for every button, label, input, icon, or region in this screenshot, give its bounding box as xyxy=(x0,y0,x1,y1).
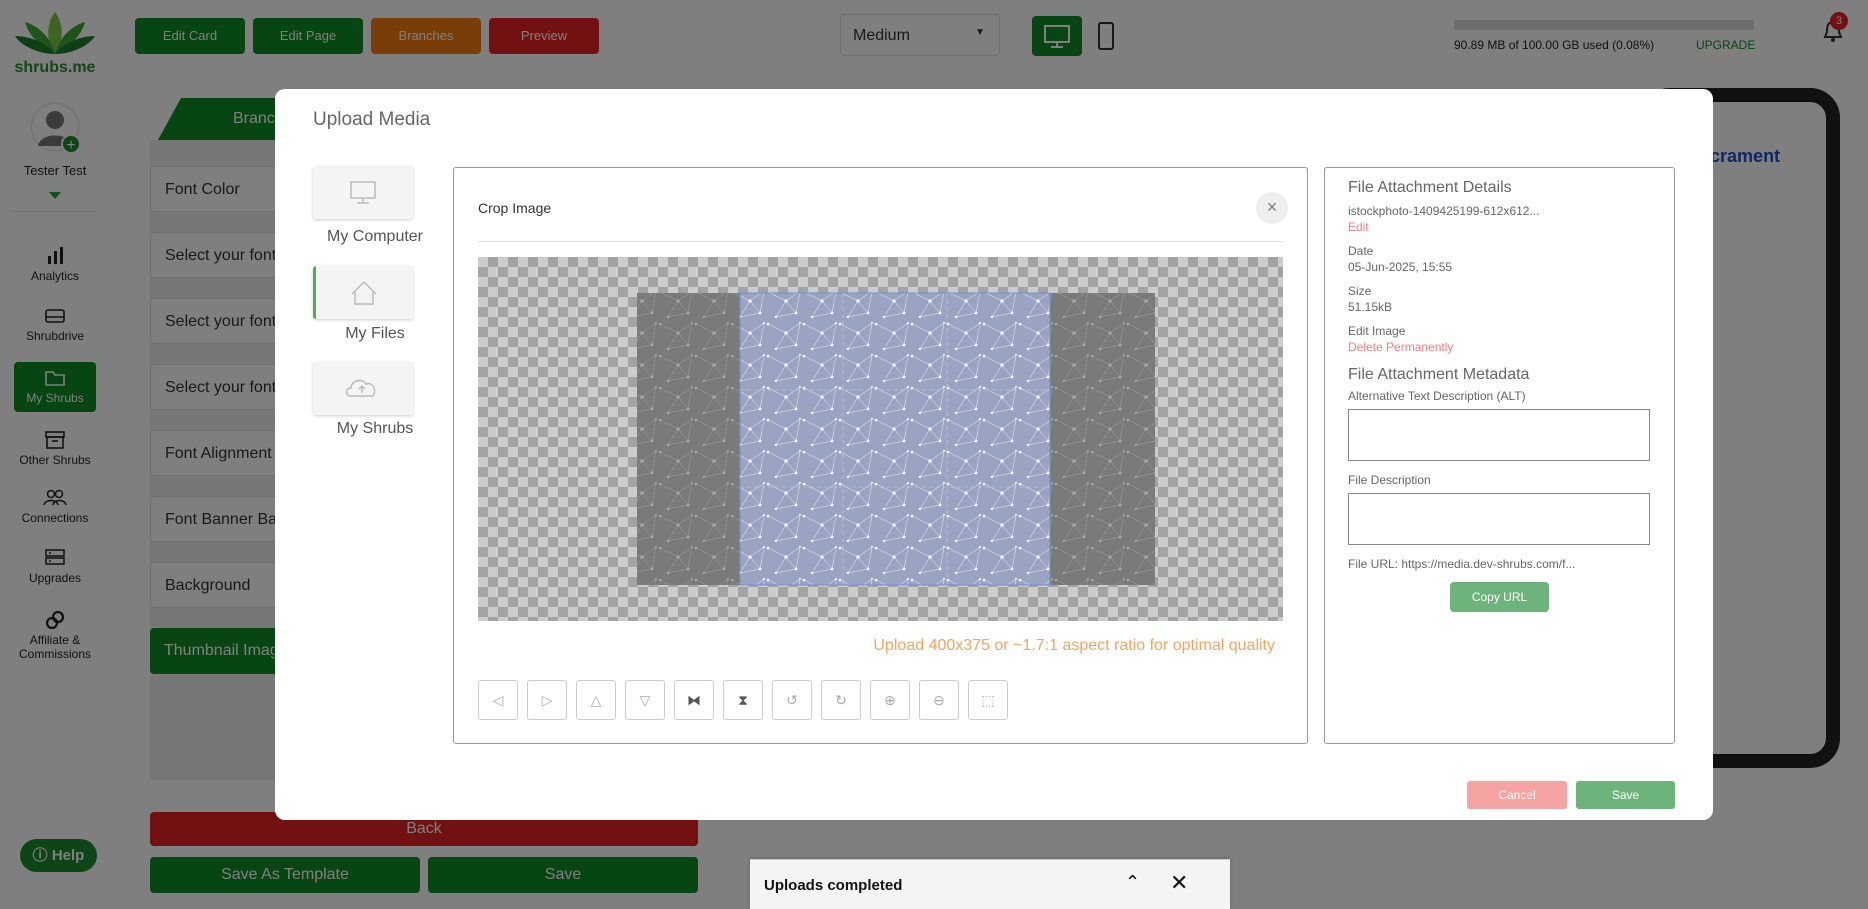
move-left-button[interactable]: ◁ xyxy=(478,680,518,720)
file-url: File URL: https://media.dev-shrubs.com/f… xyxy=(1348,557,1576,571)
zoom-out-icon: ⊖ xyxy=(933,692,945,708)
move-right-button[interactable]: ▷ xyxy=(527,680,567,720)
zoom-out-button[interactable]: ⊖ xyxy=(919,680,959,720)
flip-vertical-icon: ⧗ xyxy=(738,692,748,708)
size-value: 51.15kB xyxy=(1348,300,1393,314)
cloud-upload-icon xyxy=(345,379,376,397)
move-up-button[interactable]: △ xyxy=(576,680,616,720)
save-button[interactable]: Save xyxy=(1576,781,1675,809)
rotate-left-icon: ↺ xyxy=(786,692,798,708)
arrow-right-icon: ▷ xyxy=(541,692,553,708)
crop-title: Crop Image xyxy=(478,200,552,216)
divider xyxy=(478,241,1283,242)
my-computer-button[interactable] xyxy=(313,166,413,219)
rotate-left-button[interactable]: ↺ xyxy=(772,680,812,720)
arrow-up-icon: △ xyxy=(590,692,602,708)
size-label: Size xyxy=(1348,284,1372,298)
date-label: Date xyxy=(1348,244,1374,258)
file-name: istockphoto-1409425199-612x612... xyxy=(1348,204,1540,218)
uploads-toast: Uploads completed ⌃ ✕ xyxy=(750,859,1230,909)
zoom-in-icon: ⊕ xyxy=(884,692,896,708)
close-icon[interactable]: ✕ xyxy=(1170,870,1188,896)
rotate-right-button[interactable]: ↻ xyxy=(821,680,861,720)
crop-canvas[interactable] xyxy=(478,257,1283,621)
file-description-label: File Description xyxy=(1348,473,1431,487)
modal-title: Upload Media xyxy=(313,109,431,130)
flip-horizontal-button[interactable]: ⧓ xyxy=(674,680,714,720)
edit-link[interactable]: Edit xyxy=(1348,219,1651,235)
flip-vertical-button[interactable]: ⧗ xyxy=(723,680,763,720)
flip-horizontal-icon: ⧓ xyxy=(687,692,701,708)
source-label[interactable]: My Files xyxy=(305,325,445,343)
network-image xyxy=(637,292,1155,586)
delete-permanently-link[interactable]: Delete Permanently xyxy=(1348,339,1651,355)
rotate-right-icon: ↻ xyxy=(835,692,847,708)
crop-hint: Upload 400x375 or ~1.7:1 aspect ratio fo… xyxy=(873,637,1275,654)
my-shrubs-button[interactable] xyxy=(313,362,413,415)
edit-image-link[interactable]: Edit Image xyxy=(1348,323,1651,339)
close-icon[interactable]: × xyxy=(1256,192,1288,224)
cancel-button[interactable]: Cancel xyxy=(1467,781,1567,809)
my-files-button[interactable] xyxy=(313,266,413,319)
chevron-up-icon[interactable]: ⌃ xyxy=(1125,872,1140,893)
move-down-button[interactable]: ▽ xyxy=(625,680,665,720)
source-label[interactable]: My Shrubs xyxy=(305,420,445,438)
file-details-panel: File Attachment Details istockphoto-1409… xyxy=(1324,167,1675,744)
arrow-left-icon: ◁ xyxy=(492,692,504,708)
zoom-in-button[interactable]: ⊕ xyxy=(870,680,910,720)
crop-image-panel: Crop Image × Upload 400x375 or ~1.7:1 as… xyxy=(453,167,1308,744)
details-heading: File Attachment Details xyxy=(1348,179,1512,196)
toast-text: Uploads completed xyxy=(764,877,903,894)
alt-text-label: Alternative Text Description (ALT) xyxy=(1348,389,1526,403)
file-description-field[interactable] xyxy=(1348,493,1650,545)
upload-media-modal: Upload Media My Computer My Files My Shr… xyxy=(275,89,1713,820)
home-icon xyxy=(351,280,377,305)
source-label[interactable]: My Computer xyxy=(305,228,445,246)
metadata-heading: File Attachment Metadata xyxy=(1348,366,1530,383)
crop-reset-button[interactable]: ⬚ xyxy=(968,680,1008,720)
date-value: 05-Jun-2025, 15:55 xyxy=(1348,260,1453,274)
monitor-icon xyxy=(350,181,376,204)
alt-text-field[interactable] xyxy=(1348,409,1650,461)
arrow-down-icon: ▽ xyxy=(639,692,651,708)
copy-url-button[interactable]: Copy URL xyxy=(1450,582,1549,612)
crop-icon: ⬚ xyxy=(981,692,995,708)
